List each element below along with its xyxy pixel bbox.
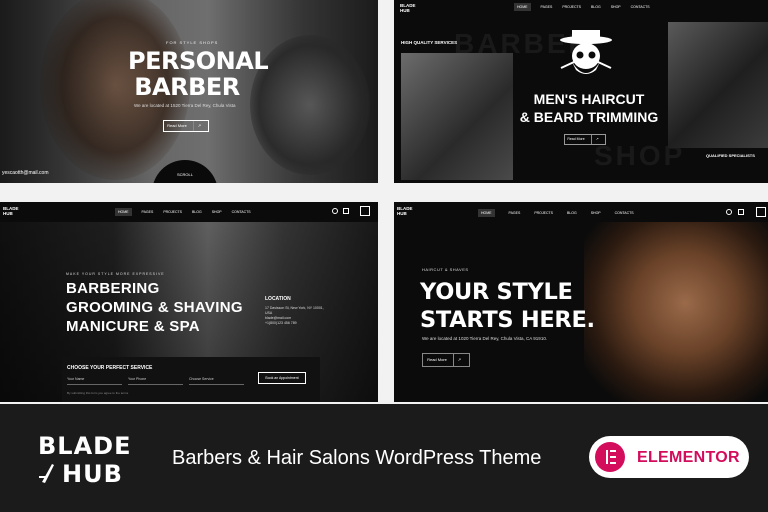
nav-projects[interactable]: PROJECTS bbox=[534, 209, 553, 217]
main-nav: HOME PAGES PROJECTS BLOG SHOP CONTACTS bbox=[478, 209, 634, 217]
brand-line1: BLADE bbox=[38, 432, 132, 460]
logo-line2: HUB bbox=[3, 211, 13, 216]
hero-title-line2: STARTS HERE. bbox=[420, 307, 595, 333]
nav-blog[interactable]: BLOG bbox=[567, 209, 577, 217]
service-line1: BARBERING bbox=[66, 280, 160, 297]
nav-shop[interactable]: SHOP bbox=[591, 209, 601, 217]
nav-shop[interactable]: SHOP bbox=[611, 3, 621, 11]
book-appointment-button[interactable]: Book an Appointment bbox=[258, 372, 306, 384]
service-line2: GROOMING & SHAVING bbox=[66, 299, 243, 316]
contact-email[interactable]: yescaotth@mail.com bbox=[2, 170, 48, 176]
service-select[interactable]: Choose Service bbox=[189, 377, 244, 385]
nav-contacts[interactable]: CONTACTS bbox=[615, 209, 634, 217]
hero-eyebrow: MAKE YOUR STYLE MORE EXPRESSIVE bbox=[66, 272, 165, 276]
location-details: 17 Davisson St, New York, NY 10001, USA … bbox=[265, 306, 325, 326]
nav-home[interactable]: HOME bbox=[115, 208, 132, 216]
nav-contacts[interactable]: CONTACTS bbox=[232, 208, 251, 216]
main-nav: HOME PAGES PROJECTS BLOG SHOP CONTACTS bbox=[514, 3, 650, 11]
site-logo[interactable]: BLADE HUB bbox=[3, 206, 19, 216]
read-more-button[interactable]: Read More ↗ bbox=[564, 134, 606, 145]
logo-line2: HUB bbox=[397, 211, 407, 216]
read-more-button[interactable]: Read More ↗ bbox=[163, 120, 209, 132]
button-label: Read More bbox=[427, 357, 447, 362]
caption: QUALIFIED SPECIALISTS bbox=[706, 153, 755, 158]
promo-footer: BLADE HUB Barbers & Hair Salons WordPres… bbox=[0, 404, 768, 512]
menu-grid-icon[interactable] bbox=[360, 206, 370, 216]
form-title: CHOOSE YOUR PERFECT SERVICE bbox=[67, 365, 153, 371]
headline-line1: MEN'S HAIRCUT bbox=[533, 91, 645, 107]
arrow-right-icon: ↗ bbox=[590, 135, 603, 144]
menu-grid-icon[interactable] bbox=[756, 207, 766, 217]
elementor-icon bbox=[595, 442, 625, 472]
preview-mens-haircut: BLADE HUB HOME PAGES PROJECTS BLOG SHOP … bbox=[394, 0, 768, 183]
elementor-label: ELEMENTOR bbox=[637, 449, 740, 466]
hero-title: YOUR STYLE STARTS HERE. bbox=[420, 278, 595, 334]
scroll-label: SCROLL bbox=[176, 172, 193, 177]
brand-logo: BLADE HUB bbox=[38, 432, 131, 488]
skull-hat-logo-icon bbox=[560, 30, 612, 74]
location-title: LOCATION bbox=[265, 296, 291, 302]
nav-blog[interactable]: BLOG bbox=[192, 208, 202, 216]
search-icon[interactable] bbox=[332, 208, 338, 214]
nav-contacts[interactable]: CONTACTS bbox=[631, 3, 650, 11]
hero-title: PERSONAL BARBER bbox=[128, 47, 269, 101]
phone-field[interactable]: Your Phone bbox=[128, 377, 183, 385]
arrow-right-icon: ↗ bbox=[452, 354, 465, 366]
bearded-man-photo bbox=[584, 222, 768, 402]
nav-home[interactable]: HOME bbox=[514, 3, 531, 11]
razor-icon bbox=[39, 464, 54, 483]
hero-eyebrow: HAIRCUT & SHAVES bbox=[422, 267, 469, 272]
preview-grooming-services: BLADE HUB HOME PAGES PROJECTS BLOG SHOP … bbox=[0, 202, 378, 402]
nav-shop[interactable]: SHOP bbox=[212, 208, 222, 216]
elementor-badge: ELEMENTOR bbox=[589, 436, 749, 478]
booking-form: CHOOSE YOUR PERFECT SERVICE Your Name Yo… bbox=[62, 357, 320, 402]
hero-address: We are located at 1520 Tierra Del Rey, C… bbox=[134, 103, 236, 108]
section-label: HIGH QUALITY SERVICES bbox=[401, 40, 458, 45]
hero-eyebrow: FOR STYLE SHOPS bbox=[166, 40, 219, 45]
preview-your-style: BLADE HUB HOME PAGES PROJECTS BLOG SHOP … bbox=[394, 202, 768, 402]
headline: MEN'S HAIRCUT & BEARD TRIMMING bbox=[514, 90, 664, 126]
headline-line2: & BEARD TRIMMING bbox=[519, 109, 659, 125]
logo-line2: HUB bbox=[400, 8, 410, 13]
service-line3: MANICURE & SPA bbox=[66, 318, 200, 335]
nav-projects[interactable]: PROJECTS bbox=[562, 3, 581, 11]
nav-home[interactable]: HOME bbox=[478, 209, 495, 217]
location-address: 17 Davisson St, New York, NY 10001, USA bbox=[265, 306, 324, 315]
main-nav: HOME PAGES PROJECTS BLOG SHOP CONTACTS bbox=[115, 208, 251, 216]
button-label: Read More bbox=[567, 137, 585, 141]
name-field[interactable]: Your Name bbox=[67, 377, 122, 385]
hero-title-line2: BARBER bbox=[134, 73, 240, 101]
form-note: By submitting this form you agree to the… bbox=[67, 391, 129, 395]
nav-pages[interactable]: PAGES bbox=[142, 208, 154, 216]
nav-blog[interactable]: BLOG bbox=[591, 3, 601, 11]
button-label: Read More bbox=[167, 123, 187, 128]
hero-title-line1: YOUR STYLE bbox=[420, 279, 573, 305]
client-portrait-photo bbox=[668, 22, 768, 148]
nav-projects[interactable]: PROJECTS bbox=[163, 208, 182, 216]
hero-address: We are located at 1020 Tierra Del Rey, C… bbox=[422, 336, 548, 341]
arrow-right-icon: ↗ bbox=[192, 121, 205, 131]
barber-at-work-photo bbox=[401, 53, 513, 180]
preview-personal-barber: FOR STYLE SHOPS PERSONAL BARBER We are l… bbox=[0, 0, 378, 183]
brand-line2: HUB bbox=[62, 460, 123, 488]
hero-title-line1: PERSONAL bbox=[128, 47, 269, 75]
cart-icon[interactable] bbox=[738, 209, 744, 215]
search-icon[interactable] bbox=[726, 209, 732, 215]
cart-icon[interactable] bbox=[343, 208, 349, 214]
site-logo[interactable]: BLADE HUB bbox=[397, 206, 413, 216]
site-logo[interactable]: BLADE HUB bbox=[400, 3, 416, 13]
nav-pages[interactable]: PAGES bbox=[541, 3, 553, 11]
theme-tagline: Barbers & Hair Salons WordPress Theme bbox=[172, 447, 542, 469]
nav-pages[interactable]: PAGES bbox=[509, 209, 521, 217]
location-phone[interactable]: +1(800)123 456 789 bbox=[265, 321, 325, 326]
read-more-button[interactable]: Read More ↗ bbox=[422, 353, 470, 367]
